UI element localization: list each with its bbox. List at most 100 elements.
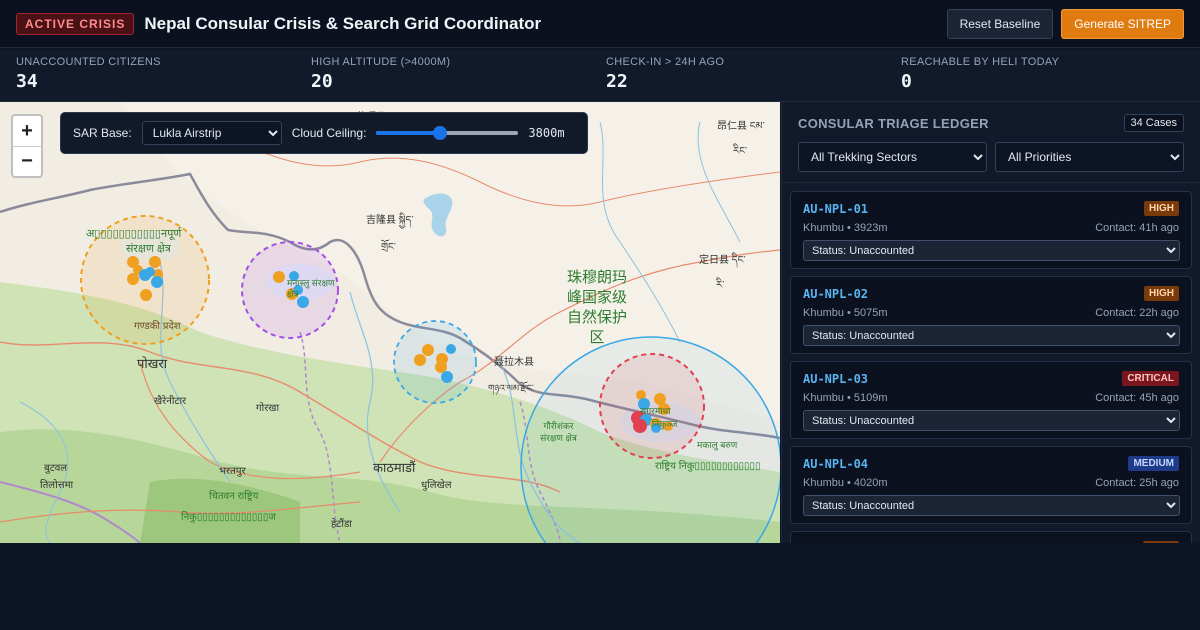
reset-baseline-button[interactable]: Reset Baseline [946,8,1054,39]
sector-filter-select[interactable]: All Trekking Sectors [798,142,987,172]
sar-base-label: SAR Base: [73,126,132,140]
stats-bar: UNACCOUNTED CITIZENS 34 HIGH ALTITUDE (>… [0,49,1200,102]
case-status-select[interactable]: Status: Unaccounted [803,240,1180,261]
map-label-sanrakshan: संरक्षण क्षेत्र [126,243,171,255]
stat-reachable-heli: REACHABLE BY HELI TODAY 0 [885,49,1180,101]
map-label-gorkha: गोरखा [256,403,280,414]
page-bottom [0,543,1200,630]
map-label-manaslu: मनास्लु संरक्षण क्षेत्र [287,278,335,299]
sar-base-select[interactable]: Lukla Airstrip [141,121,282,145]
zoom-control: + − [11,114,43,178]
case-contact: Contact: 22h ago [1095,307,1179,319]
case-top: AU-NPL-03 CRITICAL [803,371,1179,386]
map-label-hetauda: हेटौंडा [331,519,352,530]
case-card[interactable]: AU-NPL-03 CRITICAL Khumbu • 5109m Contac… [790,361,1192,439]
case-location: Khumbu • 3923m [803,222,888,234]
stat-value: 22 [606,71,628,92]
case-id: AU-NPL-03 [803,371,869,386]
stat-label: CHECK-IN > 24H AGO [606,56,725,68]
map-label-sagarmatha: सगरमाथा [640,406,671,416]
case-id: AU-NPL-01 [803,201,869,216]
map-label-khairenitar: खैरेनीटार [154,396,187,407]
case-details: Khumbu • 5075m Contact: 22h ago [803,307,1179,319]
map-label-butwal: बुटवल [44,463,68,474]
map-label-angren: 昂仁县 ངམ་ [717,121,765,132]
app-root: ACTIVE CRISIS Nepal Consular Crisis & Se… [0,0,1200,630]
map-label-rastriya: राष्ट्रिय निकु▯▯▯▯▯▯▯▯▯▯▯▯ [655,461,761,472]
case-top: AU-NPL-01 HIGH [803,201,1179,216]
map-label-jilong-tibetan: གྲོང་ [381,242,396,253]
case-contact: Contact: 45h ago [1095,392,1179,404]
priority-badge: CRITICAL [1122,371,1179,386]
map-label-nikunj: निकु▯▯▯▯▯▯▯▯▯▯▯▯▯ज [181,512,276,523]
case-contact: Contact: 41h ago [1095,222,1179,234]
top-header: ACTIVE CRISIS Nepal Consular Crisis & Se… [0,0,1200,48]
case-top: AU-NPL-04 MEDIUM [803,456,1179,471]
case-card[interactable]: AU-NPL-04 MEDIUM Khumbu • 4020m Contact:… [790,446,1192,524]
map-toolbar: SAR Base: Lukla Airstrip Cloud Ceiling: … [60,112,588,154]
map-label-nikunja: निकुञ्ज [652,419,678,429]
map-label-annapurna: अ▯▯▯▯▯▯▯▯▯▯▯नपूर्ण [86,228,182,240]
stat-high-altitude: HIGH ALTITUDE (>4000M) 20 [295,49,590,101]
slider-fill [376,131,441,135]
priority-badge: HIGH [1144,201,1179,216]
case-details: Khumbu • 3923m Contact: 41h ago [803,222,1179,234]
cloud-ceiling-slider[interactable] [376,125,519,141]
map-label-dhulikhel: धुलिखेल [421,480,452,491]
case-list: AU-NPL-01 HIGH Khumbu • 3923m Contact: 4… [782,183,1200,543]
map-label-gandaki: गण्डकी प्रदेश [134,321,181,332]
map-label-dingri: 定日县 དིང་ [699,255,746,266]
active-crisis-badge: ACTIVE CRISIS [16,12,135,35]
map-label-chitwan: चितवन राष्ट्रिय [209,491,259,502]
map-tiles [0,102,780,543]
case-card[interactable] [790,531,1192,543]
case-location: Khumbu • 5075m [803,307,888,319]
ledger-title: CONSULAR TRIAGE LEDGER [798,115,989,131]
map-label-gaurishankar: गौरीशंकर संरक्षण क्षेत्र [540,421,577,443]
case-id: AU-NPL-04 [803,456,869,471]
map-label-bharatpur: भरतपुर [219,466,246,477]
case-location: Khumbu • 5109m [803,392,888,404]
case-details: Khumbu • 4020m Contact: 25h ago [803,477,1179,489]
cloud-ceiling-value: 3800m [528,126,565,140]
map-label-dingri-tibetan: རི་ [716,280,725,291]
priority-badge: MEDIUM [1128,456,1179,471]
case-status-select[interactable]: Status: Unaccounted [803,410,1180,431]
search-grid-map[interactable]: अ▯▯▯▯▯▯▯▯▯▯▯नपूर्ण संरक्षण क्षेत्र गण्डक… [0,102,780,543]
stat-check-in: CHECK-IN > 24H AGO 22 [590,49,885,101]
case-contact: Contact: 25h ago [1095,477,1179,489]
ledger-filters: All Trekking Sectors All Priorities [798,142,1184,172]
stat-value: 20 [311,71,333,92]
stat-label: HIGH ALTITUDE (>4000M) [311,56,451,68]
stat-label: REACHABLE BY HELI TODAY [901,56,1060,68]
map-label-jilong: 吉隆县 སྐྱིད་ [366,215,414,226]
case-card[interactable]: AU-NPL-02 HIGH Khumbu • 5075m Contact: 2… [790,276,1192,354]
slider-thumb[interactable] [433,126,448,140]
zoom-out-button[interactable]: − [13,146,41,176]
stat-value: 34 [16,71,38,92]
map-label-tilottama: तिलोत्तमा [40,480,74,491]
map-label-angren-tibetan: རིང་ [733,146,748,157]
case-status-select[interactable]: Status: Unaccounted [803,495,1180,516]
case-location: Khumbu • 4020m [803,477,888,489]
case-card[interactable]: AU-NPL-01 HIGH Khumbu • 3923m Contact: 4… [790,191,1192,269]
map-label-makalu: मकालु बरुण [697,440,738,450]
generate-sitrep-button[interactable]: Generate SITREP [1061,8,1184,39]
app-title: Nepal Consular Crisis & Search Grid Coor… [144,13,542,33]
map-label-qomolangma: 珠穆朗玛峰国家级自然保护区 [566,269,627,346]
map-label-pokhara: पोखरा [137,356,168,371]
stat-value: 0 [901,71,912,92]
case-details: Khumbu • 5109m Contact: 45h ago [803,392,1179,404]
priority-badge: HIGH [1144,286,1179,301]
case-count-badge: 34 Cases [1123,114,1184,132]
stat-label: UNACCOUNTED CITIZENS [16,56,161,68]
ledger-header: CONSULAR TRIAGE LEDGER 34 Cases All Trek… [782,102,1200,183]
case-top: AU-NPL-02 HIGH [803,286,1179,301]
map-label-nyalam: 聂拉木县 [494,357,534,368]
priority-filter-select[interactable]: All Priorities [995,142,1184,172]
case-status-select[interactable]: Status: Unaccounted [803,325,1180,346]
map-label-kathmandu: काठमाडौं [373,460,416,475]
case-id: AU-NPL-02 [803,286,869,301]
triage-ledger-panel: CONSULAR TRIAGE LEDGER 34 Cases All Trek… [781,102,1200,543]
zoom-in-button[interactable]: + [13,116,41,146]
